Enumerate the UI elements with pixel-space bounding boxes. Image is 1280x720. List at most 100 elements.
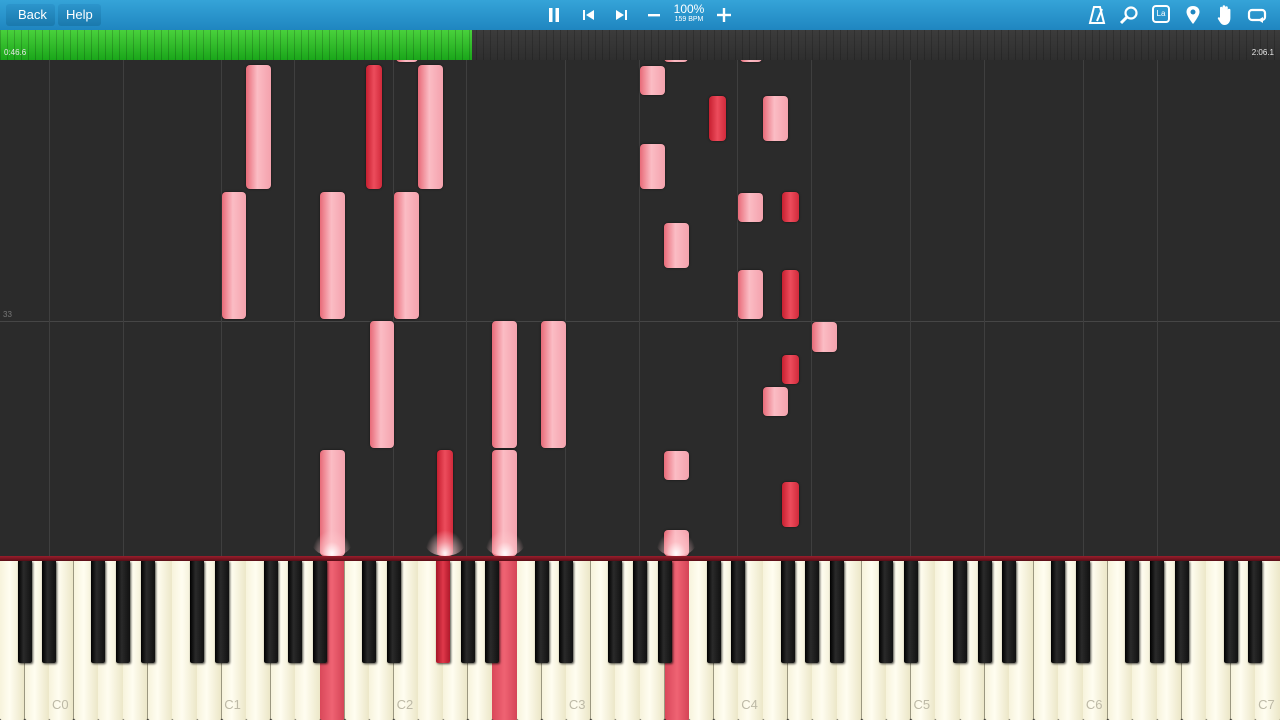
octave-label: C1 bbox=[224, 697, 241, 712]
black-key[interactable] bbox=[91, 561, 106, 663]
key-hit-glow bbox=[485, 530, 525, 556]
note-bar bbox=[370, 321, 394, 448]
octave-label: C0 bbox=[52, 697, 69, 712]
black-key[interactable] bbox=[313, 561, 327, 663]
timeline-ticks bbox=[0, 30, 1280, 60]
octave-line bbox=[984, 60, 985, 556]
black-key[interactable] bbox=[805, 561, 820, 663]
piano-keyboard[interactable]: C0 C1 C2 C3 C4 C5 C6 C7 bbox=[0, 556, 1280, 720]
black-key[interactable] bbox=[953, 561, 967, 663]
note-bar bbox=[320, 192, 345, 319]
black-key[interactable] bbox=[263, 561, 278, 663]
black-key[interactable] bbox=[42, 561, 57, 663]
black-key[interactable] bbox=[706, 561, 721, 663]
hand-icon[interactable] bbox=[1216, 4, 1234, 26]
measure-number: 33 bbox=[3, 310, 12, 319]
black-key[interactable] bbox=[460, 561, 475, 663]
black-key[interactable] bbox=[1051, 561, 1066, 663]
key-hit-glow bbox=[656, 530, 696, 556]
octave-line bbox=[466, 60, 467, 556]
skip-forward-icon[interactable] bbox=[614, 8, 628, 22]
octave-line bbox=[123, 60, 124, 556]
octave-label: C5 bbox=[913, 697, 931, 712]
black-key[interactable] bbox=[362, 561, 377, 663]
search-icon[interactable] bbox=[1119, 5, 1139, 25]
note-bar bbox=[709, 96, 726, 141]
note-bar bbox=[396, 60, 418, 62]
note-bar bbox=[738, 270, 763, 319]
black-key[interactable] bbox=[657, 561, 672, 663]
note-bar bbox=[782, 270, 799, 319]
tempo-percent: 100% bbox=[673, 2, 705, 16]
black-key[interactable] bbox=[903, 561, 918, 663]
black-key[interactable] bbox=[608, 561, 623, 663]
black-key[interactable] bbox=[534, 561, 549, 663]
black-key[interactable] bbox=[189, 561, 204, 663]
black-key[interactable] bbox=[829, 561, 844, 663]
black-key[interactable] bbox=[1002, 561, 1017, 663]
help-button[interactable]: Help bbox=[58, 4, 101, 26]
octave-line bbox=[811, 60, 812, 556]
black-key[interactable] bbox=[436, 561, 451, 663]
octave-label: C4 bbox=[741, 697, 758, 712]
black-key[interactable] bbox=[1248, 561, 1263, 663]
key-hit-glow bbox=[425, 530, 465, 556]
note-bar bbox=[246, 65, 271, 189]
piano-roll[interactable]: 33 bbox=[0, 60, 1280, 556]
octave-label: C3 bbox=[568, 697, 586, 712]
black-key[interactable] bbox=[1149, 561, 1164, 663]
black-key[interactable] bbox=[780, 561, 795, 663]
key-hit-glow bbox=[312, 530, 352, 556]
black-key[interactable] bbox=[879, 561, 894, 663]
black-key[interactable] bbox=[559, 561, 574, 663]
octave-line bbox=[49, 60, 50, 556]
marker-icon[interactable] bbox=[1185, 5, 1201, 25]
black-key[interactable] bbox=[633, 561, 647, 663]
note-bar bbox=[418, 65, 443, 189]
current-time: 0:46.6 bbox=[4, 48, 27, 57]
timeline-scrubber[interactable]: 0:46.6 2:06.1 bbox=[0, 30, 1280, 60]
black-key[interactable] bbox=[1174, 561, 1189, 663]
black-key[interactable] bbox=[214, 561, 229, 663]
note-bar bbox=[394, 192, 419, 319]
note-bar bbox=[640, 66, 665, 95]
note-bar bbox=[664, 223, 689, 268]
black-key[interactable] bbox=[731, 561, 746, 663]
note-bar bbox=[738, 193, 763, 222]
black-key[interactable] bbox=[977, 561, 992, 663]
measure-line bbox=[0, 321, 1280, 322]
minus-icon[interactable] bbox=[647, 8, 661, 22]
octave-label: C7 bbox=[1258, 697, 1275, 712]
octave-label: C2 bbox=[396, 697, 414, 712]
octave-label: C6 bbox=[1085, 697, 1103, 712]
note-bar bbox=[782, 355, 799, 384]
back-button[interactable]: Back bbox=[6, 4, 55, 26]
metronome-icon[interactable] bbox=[1088, 5, 1106, 25]
octave-line bbox=[639, 60, 640, 556]
black-key[interactable] bbox=[140, 561, 155, 663]
skip-back-icon[interactable] bbox=[582, 8, 596, 22]
note-bar bbox=[782, 192, 799, 222]
plus-icon[interactable] bbox=[716, 7, 732, 23]
loop-icon[interactable] bbox=[1247, 7, 1267, 23]
black-key[interactable] bbox=[116, 561, 131, 663]
octave-line bbox=[294, 60, 295, 556]
note-name-icon[interactable]: La bbox=[1152, 5, 1170, 23]
black-key[interactable] bbox=[1125, 561, 1140, 663]
octave-line bbox=[910, 60, 911, 556]
black-key[interactable] bbox=[17, 561, 32, 663]
black-key[interactable] bbox=[288, 561, 303, 663]
note-bar bbox=[541, 321, 566, 448]
black-key[interactable] bbox=[485, 561, 500, 663]
black-key[interactable] bbox=[1076, 561, 1091, 663]
note-bar bbox=[740, 60, 762, 62]
pause-icon[interactable] bbox=[547, 7, 561, 23]
octave-line bbox=[1083, 60, 1084, 556]
black-key[interactable] bbox=[1223, 561, 1238, 663]
note-bar bbox=[366, 65, 382, 189]
black-key[interactable] bbox=[386, 561, 401, 663]
note-bar bbox=[763, 387, 788, 416]
note-bar bbox=[812, 322, 837, 352]
note-bar bbox=[763, 96, 788, 141]
octave-line bbox=[565, 60, 566, 556]
